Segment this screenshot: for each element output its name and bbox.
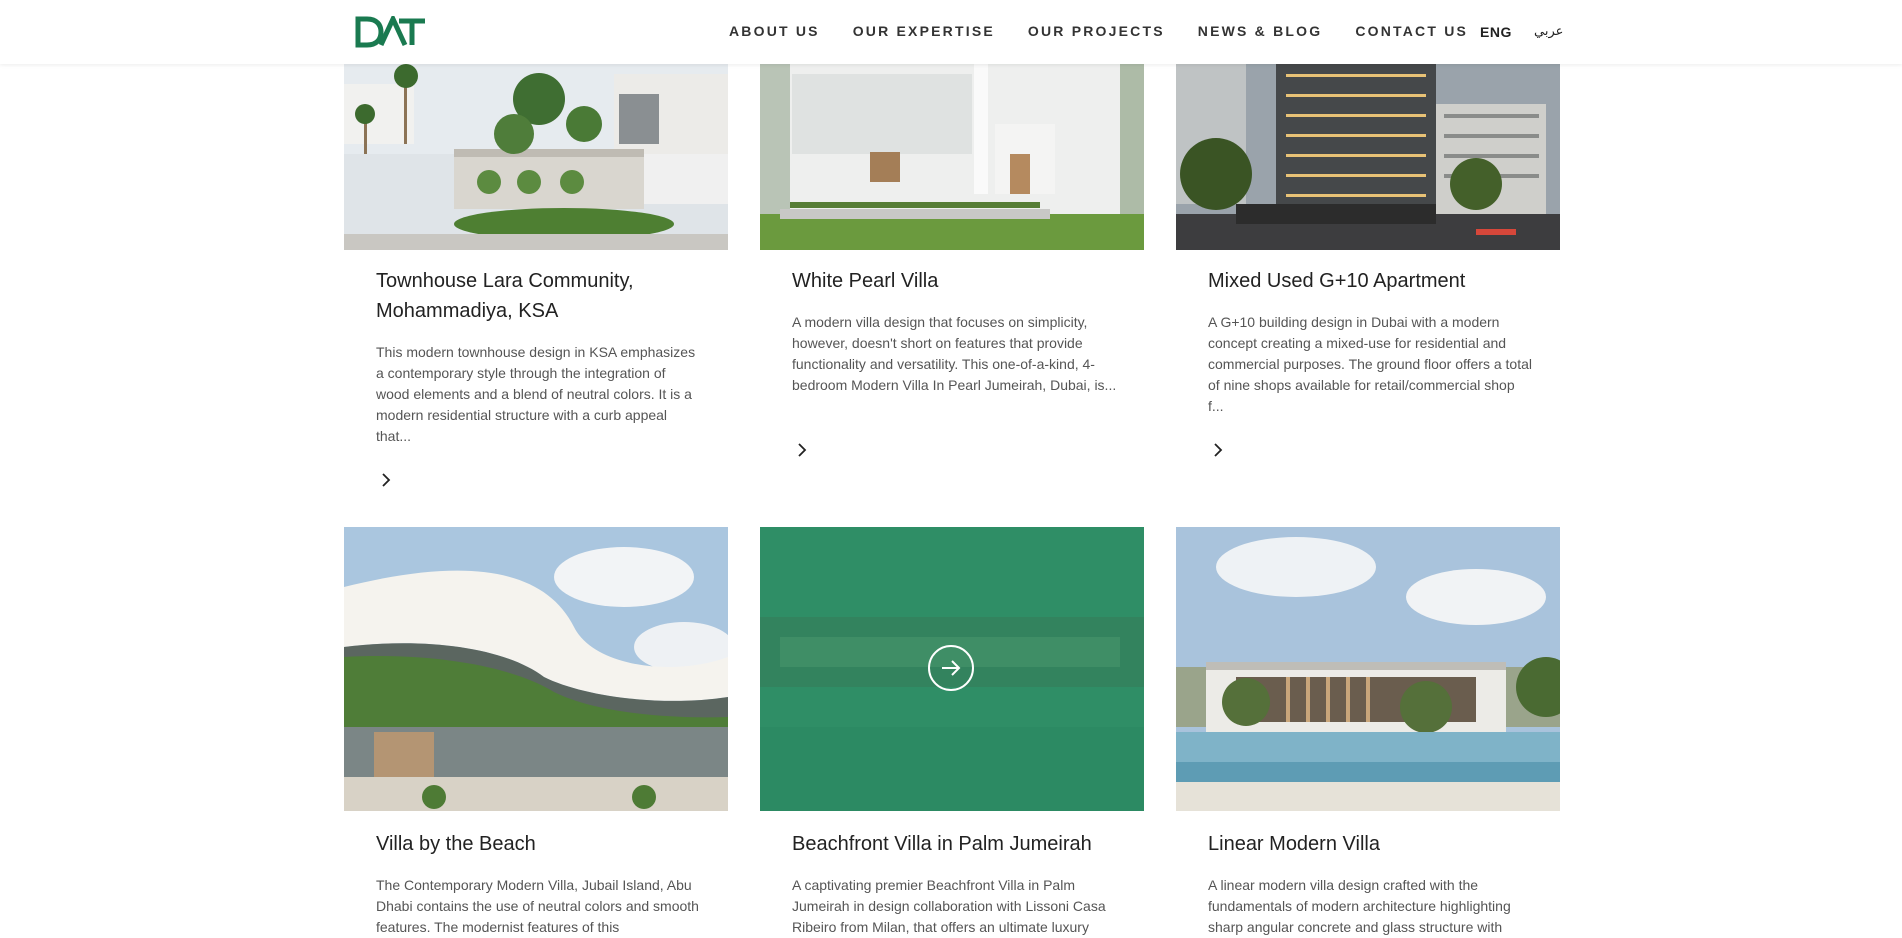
project-description: A G+10 building design in Dubai with a m… bbox=[1208, 314, 1532, 414]
nav-our-expertise[interactable]: OUR EXPERTISE bbox=[853, 23, 995, 39]
project-image-villa-by-the-beach[interactable] bbox=[344, 527, 728, 811]
lang-arabic[interactable]: عربي bbox=[1534, 24, 1563, 39]
project-image-beachfront-villa[interactable] bbox=[760, 527, 1144, 811]
site-header: ABOUT US OUR EXPERTISE OUR PROJECTS NEWS… bbox=[0, 0, 1902, 64]
project-title[interactable]: Villa by the Beach bbox=[376, 829, 706, 859]
project-description: The Contemporary Modern Villa, Jubail Is… bbox=[376, 877, 699, 935]
project-title[interactable]: Linear Modern Villa bbox=[1208, 829, 1538, 859]
chevron-right-icon[interactable] bbox=[792, 440, 812, 460]
project-image-townhouse-lara[interactable] bbox=[344, 64, 728, 250]
project-description: This modern townhouse design in KSA emph… bbox=[376, 344, 696, 444]
nav-about-us[interactable]: ABOUT US bbox=[729, 23, 820, 39]
chevron-right-icon[interactable] bbox=[376, 470, 396, 490]
project-image-mixed-used-apartment[interactable] bbox=[1176, 64, 1560, 250]
project-description: A modern villa design that focuses on si… bbox=[792, 314, 1117, 393]
project-title[interactable]: Mixed Used G+10 Apartment bbox=[1208, 266, 1538, 296]
nav-news-blog[interactable]: NEWS & BLOG bbox=[1198, 23, 1323, 39]
dat-logo[interactable] bbox=[355, 16, 427, 48]
chevron-right-icon[interactable] bbox=[1208, 440, 1228, 460]
project-title[interactable]: Beachfront Villa in Palm Jumeirah bbox=[792, 829, 1122, 859]
project-description: A linear modern villa design crafted wit… bbox=[1208, 877, 1511, 935]
project-title[interactable]: Townhouse Lara Community, Mohammadiya, K… bbox=[376, 266, 706, 326]
lang-english[interactable]: ENG bbox=[1480, 24, 1512, 40]
project-image-white-pearl-villa[interactable] bbox=[760, 64, 1144, 250]
arrow-right-circle-icon[interactable] bbox=[928, 645, 974, 691]
nav-contact-us[interactable]: CONTACT US bbox=[1355, 23, 1468, 39]
project-description: A captivating premier Beachfront Villa i… bbox=[792, 877, 1106, 935]
nav-our-projects[interactable]: OUR PROJECTS bbox=[1028, 23, 1165, 39]
main-nav: ABOUT US OUR EXPERTISE OUR PROJECTS NEWS… bbox=[729, 23, 1501, 39]
project-title[interactable]: White Pearl Villa bbox=[792, 266, 1122, 296]
project-image-linear-modern-villa[interactable] bbox=[1176, 527, 1560, 811]
